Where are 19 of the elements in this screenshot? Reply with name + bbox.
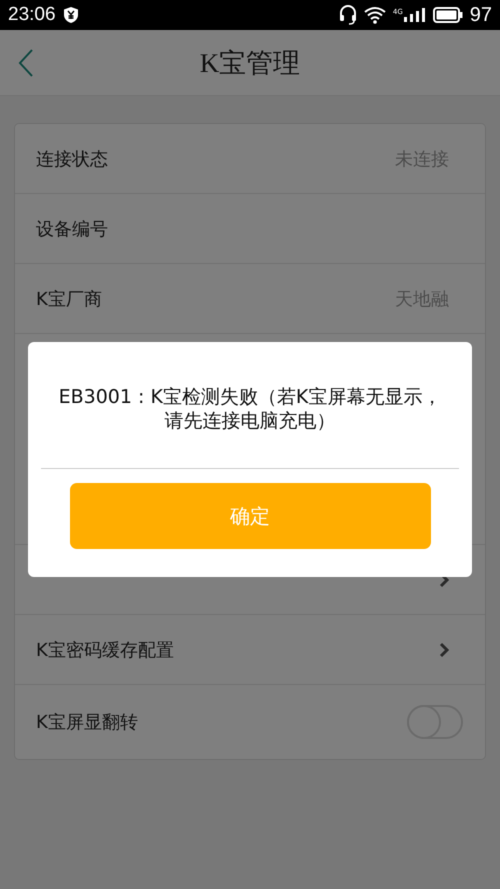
row-label: K宝屏显翻转 bbox=[36, 711, 138, 734]
signal-icon bbox=[404, 8, 426, 22]
battery-icon bbox=[432, 7, 463, 23]
battery-level: 97 bbox=[470, 4, 492, 26]
row-label: K宝厂商 bbox=[36, 288, 102, 310]
back-icon[interactable] bbox=[18, 48, 34, 78]
status-time: 23:06 bbox=[8, 4, 56, 26]
dialog-message: EB3001 : K宝检测失败（若K宝屏幕无显示，请先连接电脑充电） bbox=[58, 385, 442, 434]
page-title: K宝管理 bbox=[200, 46, 300, 80]
row-label: K宝密码缓存配置 bbox=[36, 638, 174, 662]
row-label: 连接状态 bbox=[36, 148, 108, 170]
wifi-icon bbox=[364, 6, 386, 24]
chevron-icon bbox=[439, 642, 449, 658]
row-label: 设备编号 bbox=[36, 218, 108, 240]
settings-row[interactable]: K宝屏显翻转 bbox=[15, 685, 485, 759]
settings-row[interactable]: K宝密码缓存配置 bbox=[15, 615, 485, 685]
shield-icon bbox=[62, 6, 79, 24]
headset-icon bbox=[338, 4, 357, 26]
settings-row[interactable]: 设备编号 bbox=[15, 194, 485, 264]
